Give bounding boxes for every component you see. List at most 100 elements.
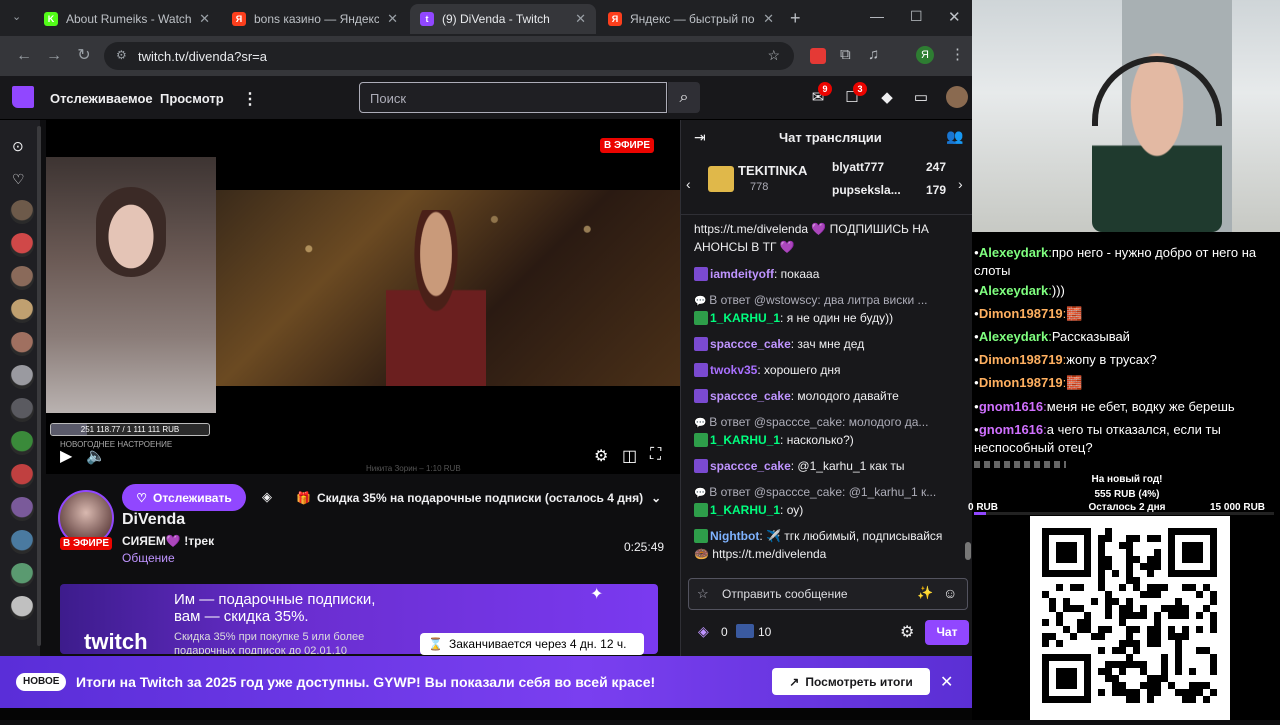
overlay-goal-fill	[974, 512, 986, 515]
fullscreen-icon[interactable]: ⛶	[650, 446, 661, 464]
gifter-prev-icon[interactable]: ‹	[686, 176, 691, 192]
chat-username[interactable]: spaccce_cake	[710, 337, 791, 351]
search-input[interactable]: Поиск	[359, 82, 667, 113]
chat-message: 💬 В ответ @spaccce_cake: @1_karhu_1 к...	[694, 483, 956, 503]
chat-username[interactable]: Nightbot	[710, 529, 759, 543]
emote-icon[interactable]: ☺	[943, 585, 957, 601]
chat-username[interactable]: 1_KARHU_1	[710, 503, 780, 517]
chat-username[interactable]: 1_KARHU_1	[710, 311, 780, 325]
close-window-button[interactable]: ✕	[948, 8, 961, 26]
tab-search-button[interactable]: ⌄	[12, 10, 28, 26]
channel-name[interactable]: DiVenda	[122, 511, 185, 529]
forward-icon[interactable]: →	[44, 46, 64, 66]
puzzle-extensions-icon[interactable]: ⧉	[840, 46, 851, 63]
followed-channel-avatar[interactable]	[10, 233, 34, 257]
maximize-button[interactable]: ☐	[910, 8, 923, 25]
stream-category[interactable]: Общение	[122, 551, 175, 565]
timer-text: Заканчивается через 4 дн. 12 ч.	[448, 637, 627, 651]
top-gifter-name[interactable]: TEKITINKA	[738, 163, 807, 178]
gifter-next-icon[interactable]: ›	[958, 176, 963, 192]
followed-channel-avatar[interactable]	[10, 464, 34, 488]
notification-text: Итоги на Twitch за 2025 год уже доступны…	[76, 674, 656, 690]
theatre-mode-icon[interactable]: ◫	[622, 446, 637, 466]
chat-input[interactable]: ☆ Отправить сообщение ✨ ☺	[688, 578, 968, 610]
user-avatar[interactable]	[946, 86, 968, 108]
followed-channel-avatar[interactable]	[10, 596, 34, 620]
extension-icon[interactable]	[810, 48, 826, 64]
close-notification-icon[interactable]: ✕	[940, 672, 953, 692]
goal-text: 251 118.77 / 1 111 111 RUB	[80, 425, 180, 434]
browser-tab[interactable]: K About Rumeiks - Watch Li ✕	[34, 4, 220, 34]
followed-heart-icon[interactable]: ♡	[12, 171, 25, 188]
followed-channel-avatar[interactable]	[10, 365, 34, 389]
collapse-sidebar-icon[interactable]: ⊙	[12, 138, 24, 155]
followed-channel-avatar[interactable]	[10, 497, 34, 521]
followed-channel-avatar[interactable]	[10, 299, 34, 323]
bits-cheer-icon[interactable]: ☆	[697, 586, 709, 602]
close-tab-icon[interactable]: ✕	[379, 11, 398, 27]
channel-points-icon[interactable]: ◈	[698, 623, 709, 640]
chat-badge-icon	[694, 337, 708, 351]
chat-username[interactable]: spaccce_cake	[710, 389, 791, 403]
followed-channel-avatar[interactable]	[10, 332, 34, 356]
followed-channel-avatar[interactable]	[10, 431, 34, 455]
close-tab-icon[interactable]: ✕	[191, 11, 210, 27]
media-controls-icon[interactable]: ♫	[868, 46, 879, 63]
gifter-2-name[interactable]: blyatt777	[832, 160, 884, 174]
close-tab-icon[interactable]: ✕	[567, 11, 586, 27]
chat-username[interactable]: 1_KARHU_1	[710, 433, 780, 447]
bookmark-star-icon[interactable]: ☆	[767, 47, 780, 64]
gift-sub-promo[interactable]: 🎁 Скидка 35% на подарочные подписки (ост…	[288, 485, 680, 511]
bits-icon[interactable]: ◆	[877, 88, 897, 108]
view-recap-button[interactable]: ↗ Посмотреть итоги	[772, 668, 930, 695]
gifter-3-name[interactable]: pupseksla...	[832, 183, 901, 197]
prime-icon[interactable]: ▭	[911, 88, 931, 108]
nav-following[interactable]: Отслеживаемое	[50, 91, 153, 106]
followed-channel-avatar[interactable]	[10, 266, 34, 290]
followed-channel-avatar[interactable]	[10, 563, 34, 587]
chat-text: : зач мне дед	[790, 337, 865, 351]
close-tab-icon[interactable]: ✕	[755, 11, 774, 27]
nav-more-icon[interactable]: ⋮	[242, 89, 258, 109]
community-icon[interactable]: 👥	[946, 128, 963, 145]
browser-tab[interactable]: Я Яндекс — быстрый поиск✕	[598, 4, 784, 34]
minimize-button[interactable]: —	[870, 8, 884, 24]
heart-icon: ♡	[136, 490, 147, 505]
tab-favicon-icon: t	[420, 12, 434, 26]
overlay-chat-text: )))	[1051, 283, 1065, 298]
new-tab-button[interactable]: +	[790, 8, 801, 29]
tab-favicon-icon: Я	[232, 12, 246, 26]
chat-scrollbar[interactable]	[965, 542, 971, 560]
overlay-chat-text: 🧱	[1066, 306, 1083, 321]
volume-icon[interactable]: 🔈	[86, 446, 106, 466]
followed-channel-avatar[interactable]	[10, 200, 34, 224]
chat-send-button[interactable]: Чат	[925, 620, 969, 645]
profile-avatar[interactable]: Я	[916, 46, 934, 64]
nav-browse[interactable]: Просмотр	[160, 91, 224, 106]
sparkle-icon[interactable]: ✨	[917, 585, 933, 601]
overlay-goal-amount: 555 RUB (4%)	[1094, 489, 1160, 500]
gifter-2-count: 247	[926, 160, 947, 174]
play-icon[interactable]: ▶	[60, 446, 72, 466]
chat-username[interactable]: iamdeityoff	[710, 267, 774, 281]
reload-icon[interactable]: ↻	[74, 46, 94, 66]
followed-channel-avatar[interactable]	[10, 530, 34, 554]
chat-username[interactable]: twokv35	[710, 363, 757, 377]
followed-channel-avatar[interactable]	[10, 398, 34, 422]
follow-button[interactable]: ♡ Отслеживать	[122, 484, 246, 511]
overlay-chat-message: ●gnom1616:а чего ты отказался, если ты н…	[974, 421, 1274, 457]
browser-tab[interactable]: Яbons казино — Яндекс: на✕	[222, 4, 408, 34]
browser-tab[interactable]: t (9) DiVenda - Twitch ✕	[410, 4, 596, 34]
url-field[interactable]: ⚙ twitch.tv/divenda?sr=a ☆	[104, 42, 794, 70]
chat-username[interactable]: spaccce_cake	[710, 459, 791, 473]
collapse-chat-icon[interactable]: ⇥	[694, 129, 706, 146]
browser-menu-icon[interactable]: ⋮	[950, 45, 965, 63]
bits-diamond-button[interactable]: ◈	[255, 485, 279, 509]
settings-icon[interactable]: ⚙	[594, 446, 608, 466]
sidebar-scrollbar[interactable]	[37, 126, 41, 646]
back-icon[interactable]: ←	[14, 46, 34, 66]
search-icon[interactable]: ⌕	[668, 82, 700, 113]
twitch-logo-icon[interactable]	[12, 86, 34, 108]
chat-settings-icon[interactable]: ⚙	[900, 622, 914, 642]
site-info-icon[interactable]: ⚙	[116, 48, 127, 62]
